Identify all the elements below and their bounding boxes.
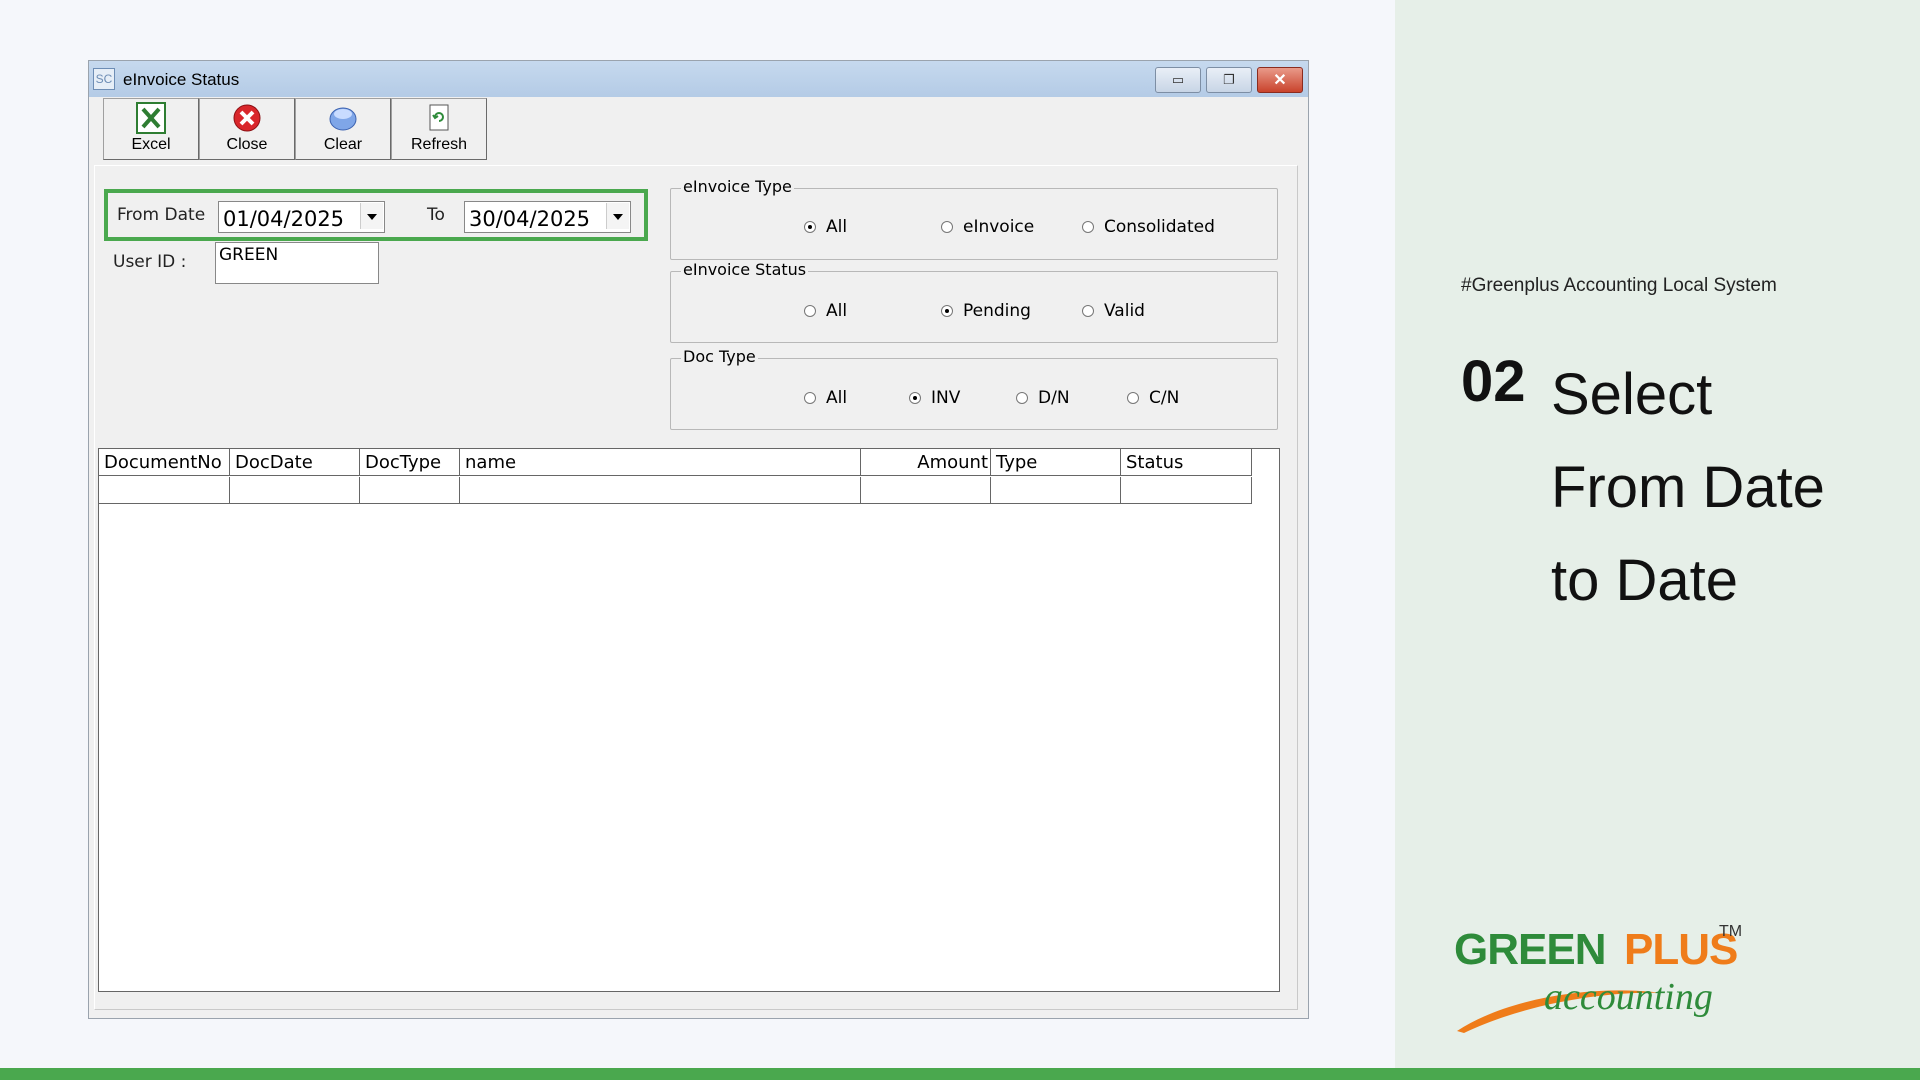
doc-type-legend: Doc Type [681, 347, 758, 366]
step-title: Select From Date to Date [1551, 348, 1891, 627]
table-row[interactable] [99, 477, 1252, 504]
radio-selected-icon [804, 221, 816, 233]
radio-icon [804, 392, 816, 404]
step-title-line-1: Select [1551, 362, 1713, 427]
greenplus-logo: GREEN PLUS TM accounting [1452, 923, 1752, 1035]
excel-icon [136, 102, 166, 134]
chevron-down-icon[interactable] [606, 203, 629, 229]
from-date-label: From Date [117, 205, 206, 225]
table-cell[interactable] [99, 477, 230, 504]
window-title: eInvoice Status [123, 70, 240, 89]
close-icon: ✕ [1273, 72, 1287, 89]
to-date-picker[interactable]: 30/04/2025 [464, 201, 631, 233]
einvoice-status-pending-radio[interactable]: Pending [941, 301, 1031, 321]
doc-type-inv-radio[interactable]: INV [909, 388, 960, 408]
user-id-field[interactable]: GREEN [215, 242, 379, 284]
radio-selected-icon [941, 305, 953, 317]
radio-icon [804, 305, 816, 317]
close-circle-icon [233, 104, 261, 132]
doc-type-dn-radio[interactable]: D/N [1016, 388, 1070, 408]
radio-icon [1127, 392, 1139, 404]
radio-icon [1016, 392, 1028, 404]
table-cell[interactable] [991, 477, 1121, 504]
title-bar[interactable]: SC eInvoice Status ▭ ❐ ✕ [89, 61, 1308, 97]
slide-hashtag: #Greenplus Accounting Local System [1461, 275, 1777, 296]
maximize-button[interactable]: ❐ [1206, 67, 1252, 93]
radio-selected-icon [909, 392, 921, 404]
column-header-documentno[interactable]: DocumentNo [99, 449, 230, 476]
radio-label: Consolidated [1104, 217, 1215, 237]
from-date-picker[interactable]: 01/04/2025 [218, 201, 385, 233]
minimize-icon: ▭ [1171, 72, 1185, 87]
einvoice-status-valid-radio[interactable]: Valid [1082, 301, 1145, 321]
close-button[interactable]: Close [199, 98, 295, 160]
einvoice-type-legend: eInvoice Type [681, 177, 794, 196]
column-header-name[interactable]: name [460, 449, 861, 476]
clear-button[interactable]: Clear [295, 98, 391, 160]
radio-icon [941, 221, 953, 233]
radio-label: All [826, 301, 848, 321]
refresh-button[interactable]: Refresh [391, 98, 487, 160]
einvoice-status-all-radio[interactable]: All [804, 301, 847, 321]
from-date-value: 01/04/2025 [223, 207, 345, 231]
table-cell[interactable] [230, 477, 360, 504]
step-number: 02 [1461, 349, 1526, 414]
table-cell[interactable] [360, 477, 460, 504]
einvoice-type-all-radio[interactable]: All [804, 217, 847, 237]
close-label: Close [226, 136, 268, 153]
refresh-icon [429, 104, 449, 131]
bottom-accent-bar [0, 1068, 1920, 1080]
to-date-label: To [427, 205, 445, 225]
column-header-docdate[interactable]: DocDate [230, 449, 360, 476]
radio-label: Pending [963, 301, 1031, 321]
chevron-down-icon[interactable] [360, 203, 383, 229]
doc-type-all-radio[interactable]: All [804, 388, 847, 408]
excel-button[interactable]: Excel [103, 98, 199, 160]
maximize-icon: ❐ [1223, 72, 1235, 87]
user-id-value: GREEN [219, 245, 279, 265]
logo-trademark: TM [1719, 923, 1743, 940]
radio-label: All [826, 217, 848, 237]
column-header-status[interactable]: Status [1121, 449, 1252, 476]
radio-icon [1082, 221, 1094, 233]
column-header-doctype[interactable]: DocType [360, 449, 460, 476]
radio-icon [1082, 305, 1094, 317]
table-cell[interactable] [460, 477, 861, 504]
close-window-button[interactable]: ✕ [1257, 67, 1303, 93]
to-date-value: 30/04/2025 [469, 207, 591, 231]
doc-type-group: Doc Type [670, 347, 1278, 430]
einvoice-status-legend: eInvoice Status [681, 260, 809, 279]
einvoice-type-einvoice-radio[interactable]: eInvoice [941, 217, 1034, 237]
doc-type-cn-radio[interactable]: C/N [1127, 388, 1179, 408]
app-icon: SC [93, 68, 115, 90]
table-cell[interactable] [861, 477, 991, 504]
refresh-label: Refresh [410, 136, 468, 153]
table-cell[interactable] [1121, 477, 1252, 504]
radio-label: eInvoice [963, 217, 1035, 237]
einvoice-type-consolidated-radio[interactable]: Consolidated [1082, 217, 1215, 237]
minimize-button[interactable]: ▭ [1155, 67, 1201, 93]
column-header-type[interactable]: Type [991, 449, 1121, 476]
user-id-label: User ID : [113, 252, 187, 272]
document-grid[interactable]: DocumentNo DocDate DocType name Amount T… [98, 448, 1280, 992]
step-title-line-3: to Date [1551, 548, 1738, 613]
clear-icon [329, 107, 357, 131]
step-title-line-2: From Date [1551, 455, 1825, 520]
radio-label: Valid [1104, 301, 1145, 321]
radio-label: C/N [1149, 388, 1180, 408]
radio-label: All [826, 388, 848, 408]
column-header-amount[interactable]: Amount [861, 449, 991, 476]
excel-label: Excel [131, 136, 171, 153]
logo-subtitle: accounting [1544, 976, 1713, 1018]
grid-header-row: DocumentNo DocDate DocType name Amount T… [99, 449, 1252, 476]
radio-label: INV [931, 388, 961, 408]
clear-label: Clear [323, 136, 363, 153]
radio-label: D/N [1038, 388, 1070, 408]
